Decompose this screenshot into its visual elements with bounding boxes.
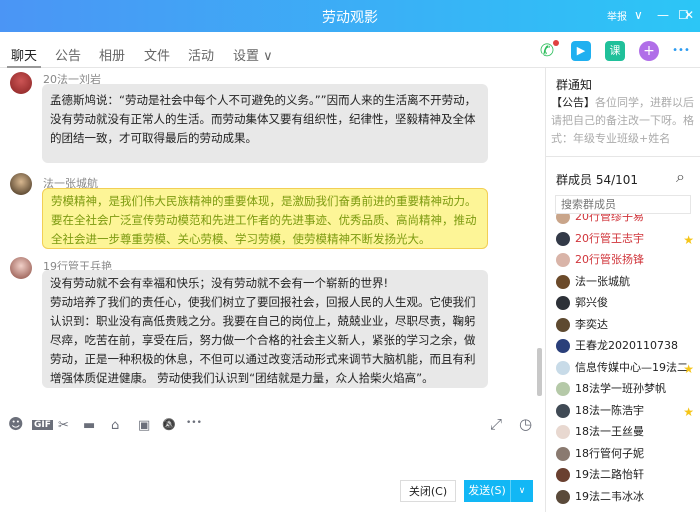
input-toolbar: ☻ GIF ✂ ▬ ⌂ ▣ 🔕 ••• ⤢ ◷ [0, 410, 545, 440]
member-item[interactable]: 王春龙2020110738 [556, 337, 696, 357]
member-item[interactable]: 20行管王志宇 ★ [556, 230, 696, 250]
tab-announcement[interactable]: 公告 [55, 45, 81, 64]
member-item[interactable]: 18法学一班孙梦帆 [556, 380, 696, 400]
avatar[interactable] [10, 257, 32, 279]
tab-files[interactable]: 文件 [144, 45, 170, 64]
mute-icon[interactable]: 🔕 [162, 418, 176, 431]
tab-activity[interactable]: 活动 [188, 45, 214, 64]
class-icon[interactable]: 课 [605, 41, 625, 61]
member-item[interactable]: 李奕达 [556, 316, 696, 336]
history-icon[interactable]: ◷ [519, 415, 532, 433]
member-item[interactable]: 信息传媒中心—19法二 ★ [556, 359, 696, 379]
member-avatar [556, 253, 570, 267]
member-item[interactable]: 18行管何子妮 [556, 445, 696, 465]
member-item[interactable]: 19法二韦冰冰 [556, 488, 696, 508]
tab-settings[interactable]: 设置 ∨ [233, 45, 273, 64]
member-avatar [556, 446, 570, 461]
message-line: 劳动培养了我们的责任心，使我们树立了要回报社会，回报人民的人生观。它使我们认识到… [50, 295, 476, 385]
member-name: 郭兴俊 [575, 296, 608, 309]
member-name: 20行管缪子易 [575, 214, 644, 223]
member-item[interactable]: 20行管缪子易 [556, 214, 696, 228]
expand-icon[interactable]: ⤢ [490, 415, 502, 433]
member-avatar [556, 339, 570, 353]
group-sidebar: 群通知 【公告】各位同学，进群以后请把自己的备注改一下呀。格式：年级专业班级+姓… [545, 68, 700, 512]
video-call-icon[interactable]: ▶ [571, 41, 591, 61]
member-avatar [556, 403, 570, 418]
gif-icon[interactable]: GIF [32, 420, 53, 430]
member-item[interactable]: 19法二路怡轩 [556, 466, 696, 486]
member-avatar [556, 360, 570, 375]
star-icon: ★ [683, 404, 694, 419]
document-icon[interactable]: ⌂ [111, 418, 119, 433]
member-avatar [556, 274, 570, 289]
close-chat-button[interactable]: 关闭(C) [400, 480, 456, 502]
folder-icon[interactable]: ▬ [83, 418, 95, 433]
send-options-button[interactable]: ∨ [510, 480, 533, 502]
member-avatar [556, 214, 570, 224]
member-name: 19法二韦冰冰 [575, 489, 644, 503]
member-name: 信息传媒中心—19法二 [575, 360, 688, 374]
member-avatar [556, 468, 570, 482]
scissors-icon[interactable]: ✂ [58, 418, 69, 433]
search-icon[interactable]: ⌕ [676, 167, 685, 187]
add-app-icon[interactable]: + [639, 41, 659, 61]
member-name: 20行管王志宇 [575, 231, 644, 245]
message-line: 没有劳动就不会有幸福和快乐；没有劳动就不会有一个崭新的世界! [50, 276, 389, 290]
member-avatar [556, 382, 570, 396]
tab-bar: 聊天 公告 相册 文件 活动 设置 ∨ [0, 32, 700, 68]
star-icon: ★ [683, 232, 694, 247]
window-title: 劳动观影 [322, 10, 378, 26]
message-list[interactable]: 20法一刘岩 孟德斯鸠说：“劳动是社会中每个人不可避免的义务。””因而人来的生活… [0, 68, 545, 405]
member-item[interactable]: 法一张城航 [556, 273, 696, 293]
report-button[interactable]: 举报 [607, 8, 627, 23]
emoji-icon[interactable]: ☻ [8, 415, 24, 433]
member-avatar [556, 489, 570, 504]
star-icon: ★ [683, 361, 694, 376]
member-name: 18法一陈浩宇 [575, 403, 644, 417]
tab-album[interactable]: 相册 [99, 45, 125, 64]
member-name: 18法一王丝曼 [575, 425, 644, 438]
member-avatar [556, 425, 570, 439]
member-name: 李奕达 [575, 317, 608, 331]
member-list[interactable]: 20行管缪子易 20行管王志宇 ★ 20行管张扬锋 法一张城航郭兴俊李奕达王春龙2020… [546, 214, 700, 512]
tab-chat[interactable]: 聊天 [6, 45, 42, 68]
message-bubble: 没有劳动就不会有幸福和快乐；没有劳动就不会有一个崭新的世界! 劳动培养了我们的责… [42, 270, 488, 388]
message-bubble: 劳模精神，是我们伟大民族精神的重要体现，是激励我们奋勇前进的重要精神动力。要在全… [42, 188, 488, 249]
member-name: 18行管何子妮 [575, 446, 644, 460]
avatar[interactable] [10, 173, 32, 195]
member-item[interactable]: 20行管张扬锋 [556, 251, 696, 271]
member-search-input[interactable] [555, 195, 691, 214]
member-name: 王春龙2020110738 [575, 339, 678, 352]
notice-tag: 【公告】 [551, 96, 595, 109]
member-avatar [556, 296, 570, 310]
chevron-down-icon[interactable]: ∨ [634, 8, 643, 22]
title-bar: 劳动观影 举报 ∨ — ☐ ✕ [0, 0, 700, 32]
member-item[interactable]: 18法一王丝曼 [556, 423, 696, 443]
notice-title: 群通知 [556, 78, 593, 92]
message-input[interactable] [0, 440, 545, 476]
close-button[interactable]: ✕ [684, 8, 694, 22]
members-title: 群成员 54/101 [556, 173, 639, 187]
member-name: 18法学一班孙梦帆 [575, 382, 666, 395]
send-button[interactable]: 发送(S) [464, 480, 510, 502]
message-bubble: 孟德斯鸠说：“劳动是社会中每个人不可避免的义务。””因而人来的生活离不开劳动，没… [42, 84, 488, 163]
more-icon[interactable]: ••• [186, 418, 202, 428]
notice-content[interactable]: 【公告】各位同学，进群以后请把自己的备注改一下呀。格式：年级专业班级+姓名 [551, 94, 696, 148]
member-name: 19法二路怡轩 [575, 468, 644, 481]
member-item[interactable]: 郭兴俊 [556, 294, 696, 314]
scrollbar[interactable] [537, 348, 542, 396]
member-name: 法一张城航 [575, 274, 630, 288]
member-avatar [556, 231, 570, 246]
more-icon[interactable]: ••• [671, 41, 691, 61]
image-icon[interactable]: ▣ [138, 418, 150, 433]
member-name: 20行管张扬锋 [575, 253, 644, 266]
notification-dot [553, 40, 559, 46]
minimize-button[interactable]: — [657, 8, 669, 22]
member-avatar [556, 317, 570, 332]
divider [546, 156, 700, 157]
member-item[interactable]: 18法一陈浩宇 ★ [556, 402, 696, 422]
avatar[interactable] [10, 72, 32, 94]
